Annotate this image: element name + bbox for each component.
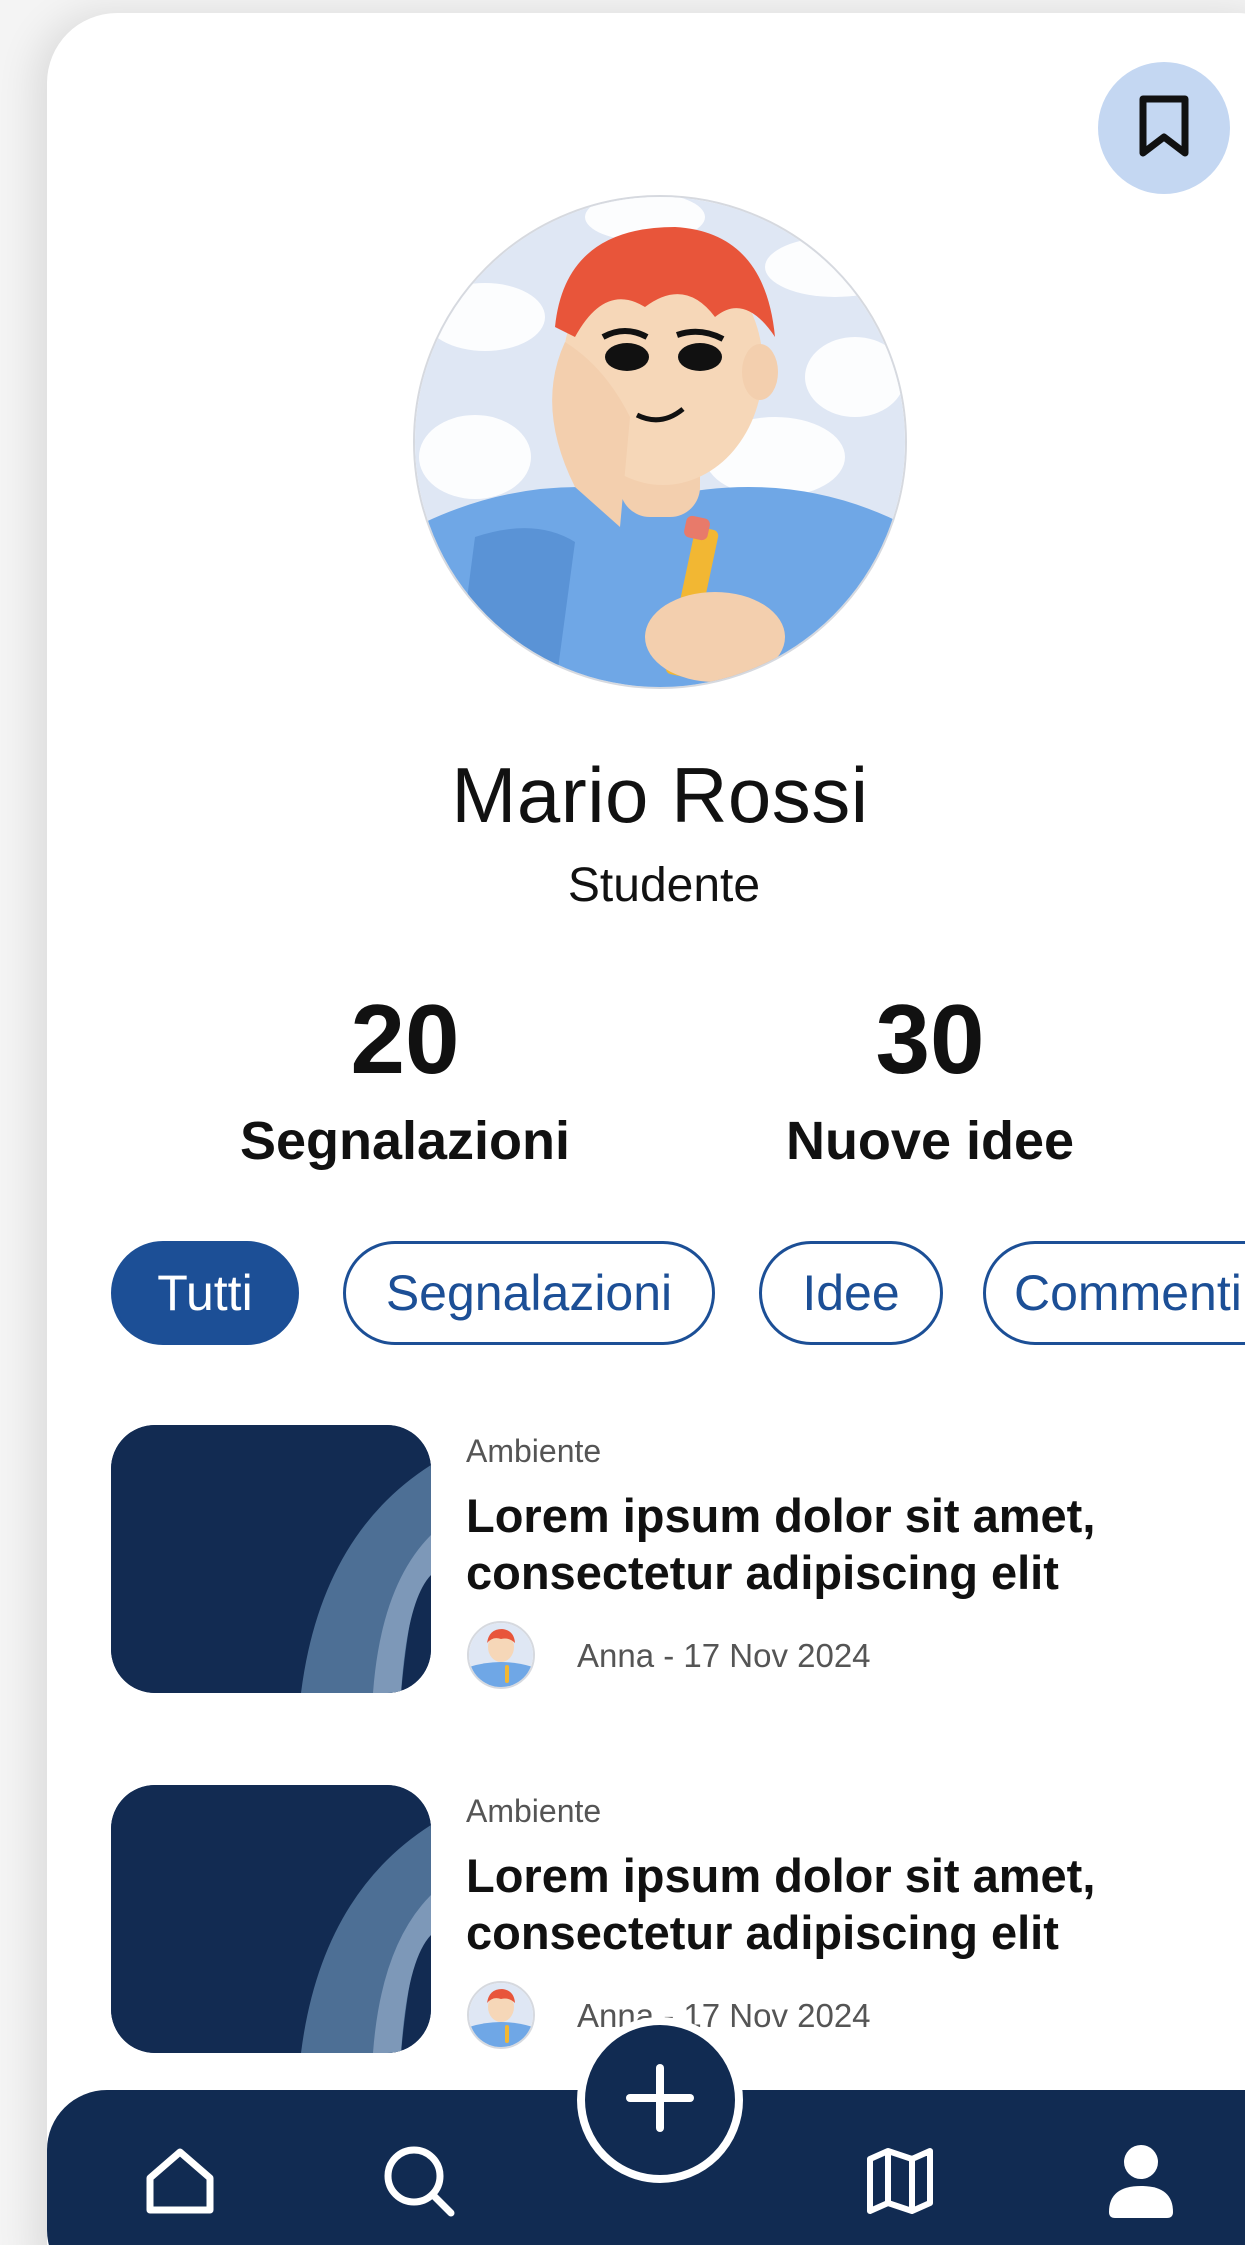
feed-item[interactable]: Ambiente Lorem ipsum dolor sit amet, con… xyxy=(111,1785,1245,2055)
stat-ideas-label: Nuove idee xyxy=(785,1111,1075,1171)
profile-screen: Mario Rossi Studente 20 Segnalazioni 30 … xyxy=(0,0,1245,2245)
feed-item-title: Lorem ipsum dolor sit amet, consectetur … xyxy=(466,1489,1096,1600)
feed-item-thumbnail xyxy=(111,1785,431,2053)
add-button[interactable] xyxy=(577,2017,743,2183)
nav-search[interactable] xyxy=(374,2138,464,2228)
feed-item-title: Lorem ipsum dolor sit amet, consectetur … xyxy=(466,1849,1096,1960)
filter-chip-ideas[interactable]: Idee xyxy=(759,1241,943,1345)
filter-chip-all[interactable]: Tutti xyxy=(111,1241,299,1345)
bookmark-button[interactable] xyxy=(1098,62,1230,194)
user-icon xyxy=(1105,2142,1177,2225)
plus-icon xyxy=(624,2062,696,2139)
stat-reports-label: Segnalazioni xyxy=(239,1111,571,1171)
feed-item-category: Ambiente xyxy=(466,1433,602,1469)
nav-home[interactable] xyxy=(135,2138,225,2228)
filter-chip-comments[interactable]: Commenti xyxy=(983,1241,1245,1345)
author-avatar xyxy=(467,1981,535,2049)
author-avatar xyxy=(467,1621,535,1689)
stat-reports-value: 20 xyxy=(350,984,460,1094)
filter-chip-reports[interactable]: Segnalazioni xyxy=(343,1241,715,1345)
bookmark-icon xyxy=(1137,95,1191,162)
nav-profile[interactable] xyxy=(1096,2138,1186,2228)
feed-item-meta: Anna - 17 Nov 2024 xyxy=(577,1637,871,1674)
feed-item-thumbnail xyxy=(111,1425,431,1693)
feed-item-category: Ambiente xyxy=(466,1793,602,1829)
home-icon xyxy=(143,2144,217,2223)
profile-role: Studente xyxy=(567,859,761,912)
stat-ideas-value: 30 xyxy=(875,984,985,1094)
nav-map[interactable] xyxy=(855,2138,945,2228)
map-icon xyxy=(864,2145,936,2222)
profile-avatar xyxy=(413,195,907,689)
feed-item[interactable]: Ambiente Lorem ipsum dolor sit amet, con… xyxy=(111,1425,1245,1695)
search-icon xyxy=(381,2143,457,2224)
profile-name: Mario Rossi xyxy=(451,751,869,839)
stat-reports: 20 Segnalazioni xyxy=(200,990,610,1172)
stat-ideas: 30 Nuove idee xyxy=(730,990,1130,1172)
